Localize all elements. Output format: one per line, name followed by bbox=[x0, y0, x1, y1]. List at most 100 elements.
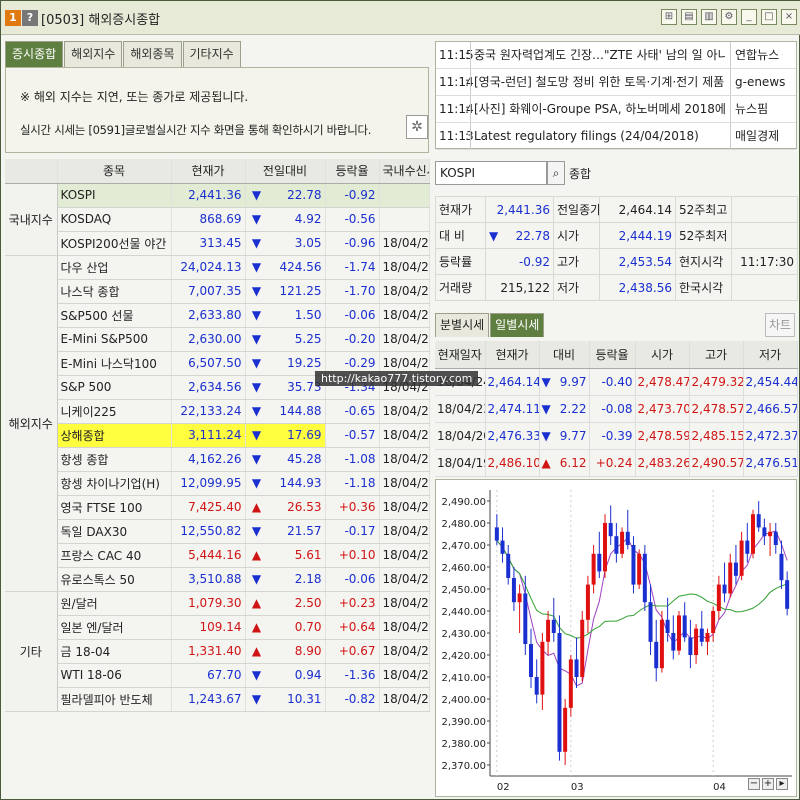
tab-other-index[interactable]: 기타지수 bbox=[182, 41, 241, 67]
daily-change: ▲ 6.12 bbox=[539, 449, 590, 477]
row-name: 상해종합 bbox=[57, 423, 172, 448]
search-input[interactable]: KOSPI bbox=[435, 161, 547, 185]
row-change: ▲ 26.53 bbox=[245, 495, 326, 520]
table-row[interactable]: 상해종합3,111.24▼17.69-0.5718/04/2511:02:29 bbox=[5, 423, 430, 448]
table-row[interactable]: 기타원/달러1,079.30▲2.50+0.2318/04/2511:17:33 bbox=[5, 591, 430, 712]
daily-row[interactable]: 18/04/242,464.14▼9.97-0.402,478.472,479.… bbox=[435, 368, 798, 396]
news-source: 연합뉴스 bbox=[730, 42, 779, 68]
minimize-icon[interactable]: _ bbox=[741, 9, 757, 25]
zoom-in-icon[interactable]: + bbox=[762, 778, 774, 790]
tab-minute-quotes[interactable]: 분별시세 bbox=[435, 313, 490, 337]
candle-body bbox=[768, 531, 773, 537]
row-date: 18/04/24 bbox=[379, 231, 430, 256]
candlestick-chart[interactable]: 2,490.00 2,480.00 2,470.00 2,460.00 2,450.00… bbox=[435, 479, 797, 797]
table-row[interactable]: 항셍 차이나기업(H)12,099.95▼144.93-1.1818/04/25… bbox=[5, 471, 430, 496]
y-tick-label: 2,450.00 bbox=[441, 585, 486, 596]
table-row[interactable]: 금 18-041,331.40▲8.90+0.6718/04/24 bbox=[5, 639, 430, 664]
table-row[interactable]: 나스닥 종합7,007.35▼121.25-1.7018/04/2505:01:… bbox=[5, 279, 430, 304]
gear-icon[interactable]: ✲ bbox=[406, 115, 428, 139]
daily-col-header[interactable]: 현재가 bbox=[485, 341, 540, 369]
table-row[interactable]: 해외지수다우 산업24,024.13▼424.56-1.7418/04/24 bbox=[5, 255, 430, 592]
candle-body bbox=[762, 527, 767, 537]
row-change: ▲ 5.61 bbox=[245, 543, 326, 568]
daily-row[interactable]: 18/04/232,474.11▼2.22-0.082,473.702,478.… bbox=[435, 395, 798, 423]
table-row[interactable]: 영국 FTSE 1007,425.40▲26.53+0.3618/04/2500… bbox=[5, 495, 430, 520]
chart-button[interactable]: 차트 bbox=[765, 313, 795, 337]
news-item[interactable]: 11:14: [사진] 화웨이-Groupe PSA, 하노버메세 2018에서 … bbox=[436, 96, 796, 123]
down-arrow-icon: ▼ bbox=[541, 428, 551, 443]
tab-market-summary[interactable]: 증시종합 bbox=[5, 41, 64, 67]
col-header-name[interactable]: 종목 bbox=[57, 159, 172, 184]
daily-col-header[interactable]: 시가 bbox=[635, 341, 690, 369]
maximize-icon[interactable]: □ bbox=[761, 9, 777, 25]
row-change: ▼ 10.31 bbox=[245, 687, 326, 712]
daily-low: 2,466.57 bbox=[743, 395, 798, 423]
col-header-change[interactable]: 전일대비 bbox=[245, 159, 326, 184]
table-row[interactable]: KOSDAQ868.69▼4.92-0.5611:17:30 bbox=[5, 207, 430, 232]
table-row[interactable]: 일본 엔/달러109.14▲0.70+0.6418/04/24 bbox=[5, 615, 430, 640]
zoom-out-icon[interactable]: − bbox=[748, 778, 760, 790]
link-icon[interactable]: ⊞ bbox=[661, 9, 677, 25]
row-date: 18/04/25 bbox=[379, 519, 430, 544]
daily-col-header[interactable]: 저가 bbox=[743, 341, 798, 369]
tab-overseas-index[interactable]: 해외지수 bbox=[64, 41, 123, 67]
table-row[interactable]: 독일 DAX3012,550.82▼21.57-0.1718/04/2500:3… bbox=[5, 519, 430, 544]
daily-row[interactable]: 18/04/202,476.33▼9.77-0.392,478.592,485.… bbox=[435, 422, 798, 450]
row-rate: +0.64 bbox=[325, 615, 380, 640]
x-tick-label: 04 bbox=[713, 782, 726, 793]
down-arrow-icon: ▼ bbox=[541, 401, 551, 416]
candle-body bbox=[631, 545, 636, 585]
candle-body bbox=[699, 628, 704, 642]
daily-col-header[interactable]: 고가 bbox=[689, 341, 744, 369]
settings-icon[interactable]: ⚙ bbox=[721, 9, 737, 25]
col-header-price[interactable]: 현재가 bbox=[171, 159, 246, 184]
row-name: S&P500 선물 bbox=[57, 303, 172, 328]
daily-col-header[interactable]: 대비 bbox=[539, 341, 590, 369]
down-arrow-icon: ▼ bbox=[251, 452, 262, 466]
close-icon[interactable]: × bbox=[781, 9, 797, 25]
row-rate: -0.06 bbox=[325, 567, 380, 592]
table-row[interactable]: 유로스톡스 503,510.88▼2.18-0.0618/04/24 bbox=[5, 567, 430, 592]
copy-icon[interactable]: ▤ bbox=[681, 9, 697, 25]
candle-body bbox=[551, 619, 556, 633]
table-row[interactable]: KOSPI200선물 야간313.45▼3.05-0.9618/04/24 bbox=[5, 231, 430, 256]
screen-number-icon[interactable]: 1 bbox=[5, 10, 21, 26]
row-rate: +0.10 bbox=[325, 543, 380, 568]
row-price: 2,630.00 bbox=[171, 327, 246, 352]
candle-body bbox=[677, 615, 681, 651]
tab-overseas-stocks[interactable]: 해외종목 bbox=[123, 41, 182, 67]
table-row[interactable]: WTI 18-0667.70▼0.94-1.3618/04/24 bbox=[5, 663, 430, 688]
table-row[interactable]: 니케이22522,133.24▼144.88-0.6518/04/2510:57… bbox=[5, 399, 430, 424]
daily-low: 2,472.37 bbox=[743, 422, 798, 450]
col-header-rate[interactable]: 등락율 bbox=[325, 159, 380, 184]
daily-row[interactable]: 18/04/192,486.10▲6.12+0.242,483.262,490.… bbox=[435, 449, 798, 477]
news-item[interactable]: 11:15: 중국 원자력업계도 긴장…"ZTE 사태' 남의 일 아니다" 연합뉴… bbox=[436, 42, 796, 69]
row-price: 109.14 bbox=[171, 615, 246, 640]
row-name: 나스닥 종합 bbox=[57, 279, 172, 304]
table-row[interactable]: 필라델피아 반도체1,243.67▼10.31-0.8218/04/24 bbox=[5, 687, 430, 712]
daily-col-header[interactable]: 현재일자 bbox=[435, 341, 486, 369]
col-header-time[interactable]: 국내수신시각 bbox=[379, 159, 430, 184]
down-arrow-icon: ▼ bbox=[251, 692, 262, 706]
row-rate: -0.96 bbox=[325, 231, 380, 256]
table-row[interactable]: 항셍 종합4,162.26▼45.28-1.0818/04/2511:02:32 bbox=[5, 447, 430, 472]
row-price: 6,507.50 bbox=[171, 351, 246, 376]
print-icon[interactable]: ▥ bbox=[701, 9, 717, 25]
table-row[interactable]: 프랑스 CAC 405,444.16▲5.61+0.1018/04/2500:3… bbox=[5, 543, 430, 568]
quote-label: 한국시각 bbox=[675, 274, 732, 301]
help-icon[interactable]: ? bbox=[22, 10, 38, 26]
daily-col-header[interactable]: 등락율 bbox=[589, 341, 636, 369]
tab-daily-quotes[interactable]: 일별시세 bbox=[490, 313, 545, 337]
chart-options-icon[interactable]: ▸ bbox=[776, 778, 788, 790]
table-row[interactable]: E-Mini S&P5002,630.00▼5.25-0.2018/04/251… bbox=[5, 327, 430, 352]
search-icon[interactable]: ⌕ bbox=[547, 161, 565, 185]
daily-high: 2,485.15 bbox=[689, 422, 744, 450]
daily-high: 2,490.57 bbox=[689, 449, 744, 477]
news-item[interactable]: 11:14: [영국-런던] 철도망 정비 위한 토목·기계·전기 제품 서 g-e… bbox=[436, 69, 796, 96]
row-name: 일본 엔/달러 bbox=[57, 615, 172, 640]
table-row[interactable]: S&P500 선물2,633.80▼1.50-0.0618/04/2510:52… bbox=[5, 303, 430, 328]
candle-body bbox=[529, 644, 533, 677]
table-row[interactable]: 국내지수KOSPI2,441.36▼22.78-0.9211:17:30 bbox=[5, 183, 430, 256]
row-date: 18/04/25 bbox=[379, 447, 430, 472]
news-item[interactable]: 11:13: Latest regulatory filings (24/04/2… bbox=[436, 123, 796, 150]
